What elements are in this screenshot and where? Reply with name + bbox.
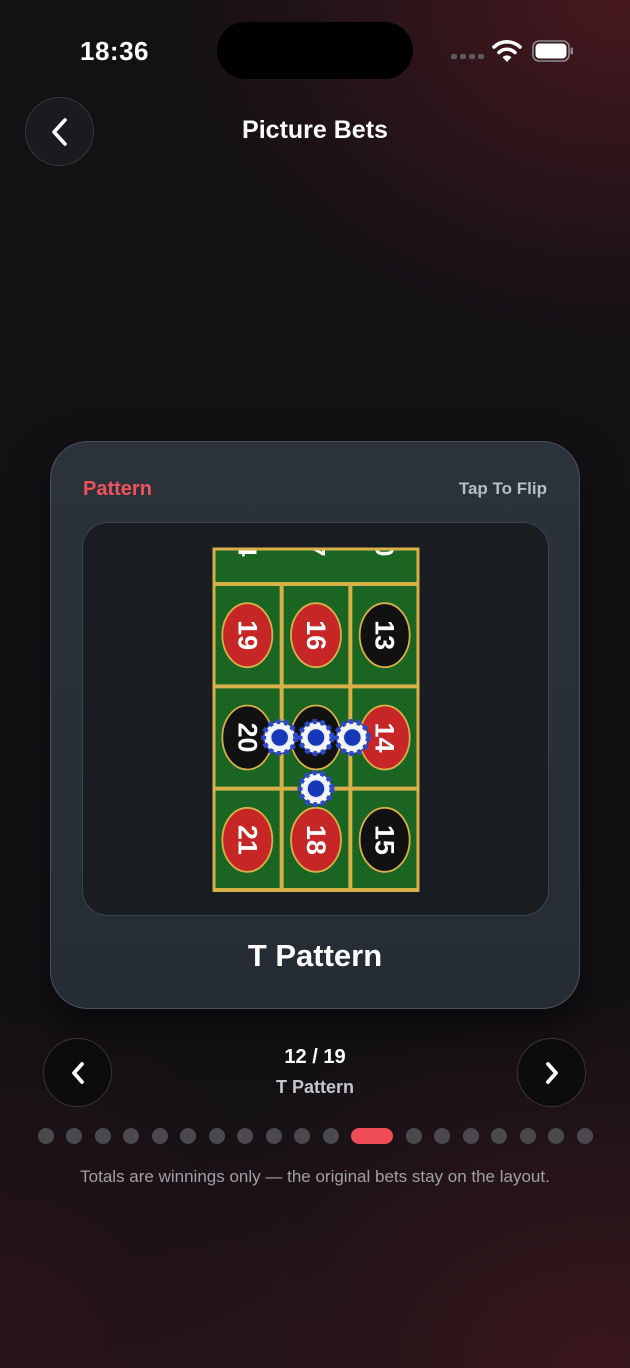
number-label: 16 (301, 620, 331, 650)
number-label: 18 (301, 825, 331, 855)
page-dot[interactable] (94, 1128, 111, 1144)
page-dot[interactable] (322, 1128, 339, 1144)
number-label: 13 (370, 620, 400, 650)
partial-number-label: 14 (232, 528, 262, 557)
page-dot[interactable] (294, 1128, 310, 1144)
page-dot[interactable] (405, 1128, 422, 1144)
page-dot[interactable] (519, 1128, 536, 1144)
number-label: 20 (232, 722, 262, 752)
page-dot[interactable] (180, 1128, 196, 1144)
partial-number-label: 17 (301, 528, 331, 557)
dynamic-island (217, 22, 413, 79)
page-dot[interactable] (37, 1128, 54, 1144)
partial-number-label: 10 (370, 528, 400, 557)
page-dot[interactable] (123, 1128, 139, 1144)
wifi-icon (492, 40, 522, 62)
casino-chip-icon (333, 719, 371, 756)
pattern-name: T Pattern (247, 938, 383, 973)
page-dot[interactable] (548, 1128, 564, 1144)
page-subtitle: T Pattern (275, 1077, 354, 1097)
casino-chip-icon (297, 770, 335, 808)
page-dot-active[interactable] (351, 1128, 393, 1144)
cellular-signal-icon (451, 54, 484, 59)
page-dot[interactable] (491, 1128, 507, 1144)
page-dot[interactable] (208, 1128, 225, 1144)
card-label: Pattern (83, 478, 152, 500)
casino-chip-icon (261, 719, 299, 756)
tap-to-flip-button[interactable]: Tap To Flip (459, 479, 547, 499)
pattern-card[interactable]: Pattern Tap To Flip 14171019161320171421… (50, 441, 580, 1009)
page-dot[interactable] (462, 1128, 479, 1144)
page-title: Picture Bets (242, 116, 388, 144)
status-time: 18:36 (80, 36, 149, 66)
page-dot[interactable] (434, 1128, 450, 1144)
page-dot[interactable] (66, 1128, 82, 1144)
number-label: 14 (370, 722, 400, 752)
page-counter: 12 / 19 (284, 1046, 346, 1068)
number-label: 15 (370, 825, 400, 855)
battery-icon (532, 40, 573, 62)
footnote: Totals are winnings only — the original … (80, 1167, 550, 1186)
page-dot[interactable] (576, 1128, 593, 1144)
status-bar: 18:36 (0, 0, 630, 100)
page-dot[interactable] (265, 1128, 282, 1144)
pattern-preview-panel: 141710191613201714211815 (82, 522, 549, 916)
page-dot[interactable] (151, 1128, 168, 1144)
page-indicator[interactable] (0, 1128, 630, 1144)
number-label: 21 (232, 825, 262, 855)
roulette-board: 141710191613201714211815 (212, 528, 420, 892)
casino-chip-icon (297, 719, 335, 756)
number-label: 19 (232, 620, 262, 650)
page-dot[interactable] (237, 1128, 253, 1144)
